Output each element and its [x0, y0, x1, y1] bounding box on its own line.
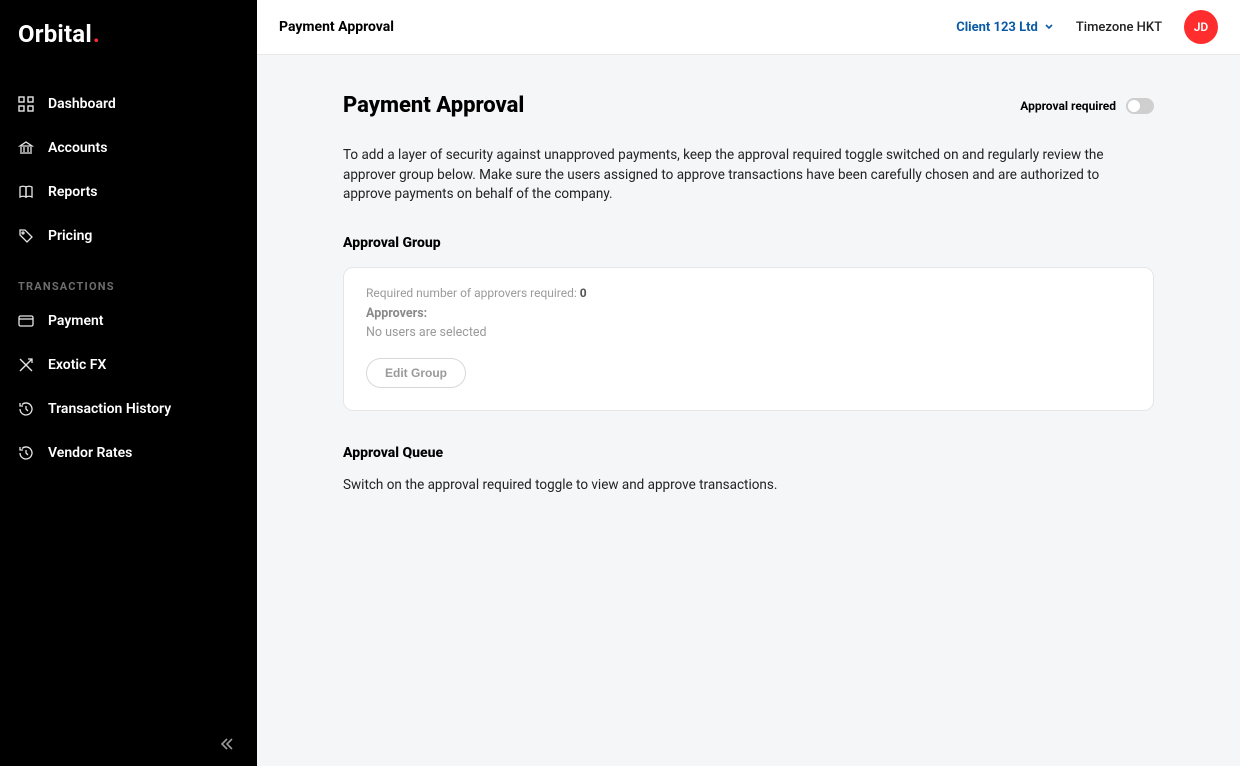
sidebar-item-transaction-history[interactable]: Transaction History: [0, 387, 257, 431]
sidebar-item-label: Dashboard: [48, 96, 116, 112]
required-approvers-value: 0: [580, 286, 587, 300]
sidebar-item-reports[interactable]: Reports: [0, 170, 257, 214]
approval-required-control: Approval required: [1020, 98, 1154, 114]
approval-required-toggle[interactable]: [1126, 98, 1154, 114]
toggle-knob: [1128, 100, 1140, 112]
approval-group-heading: Approval Group: [343, 235, 1154, 251]
book-icon: [18, 184, 34, 200]
main: Payment Approval Client 123 Ltd Timezone…: [257, 0, 1240, 766]
sidebar-item-label: Exotic FX: [48, 357, 106, 373]
history-icon: [18, 401, 34, 417]
topbar: Payment Approval Client 123 Ltd Timezone…: [257, 0, 1240, 55]
sidebar-item-label: Payment: [48, 313, 104, 329]
timezone-label: Timezone HKT: [1076, 20, 1162, 35]
sidebar-item-label: Pricing: [48, 228, 92, 244]
client-picker[interactable]: Client 123 Ltd: [956, 20, 1054, 35]
content-header: Payment Approval Approval required: [343, 93, 1154, 118]
chevron-down-icon: [1044, 22, 1054, 32]
approvers-empty-text: No users are selected: [366, 325, 1131, 340]
approvers-label: Approvers:: [366, 306, 1131, 321]
arrows-cross-icon: [18, 357, 34, 373]
page-title-breadcrumb: Payment Approval: [279, 19, 394, 35]
sidebar-item-vendor-rates[interactable]: Vendor Rates: [0, 431, 257, 475]
content: Payment Approval Approval required To ad…: [257, 55, 1240, 533]
intro-text: To add a layer of security against unapp…: [343, 146, 1143, 205]
chevrons-left-icon: [219, 736, 235, 752]
sidebar-item-dashboard[interactable]: Dashboard: [0, 82, 257, 126]
sidebar-nav: Dashboard Accounts Reports: [0, 68, 257, 475]
brand-logo[interactable]: Orbital.: [0, 0, 257, 68]
tag-icon: [18, 228, 34, 244]
sidebar-item-payment[interactable]: Payment: [0, 299, 257, 343]
card-icon: [18, 313, 34, 329]
sidebar-item-label: Transaction History: [48, 401, 171, 417]
required-approvers-line: Required number of approvers required: 0: [366, 286, 1131, 300]
brand-name: Orbital: [18, 20, 92, 48]
approval-queue-heading: Approval Queue: [343, 445, 1154, 461]
sidebar-item-exotic-fx[interactable]: Exotic FX: [0, 343, 257, 387]
page-title: Payment Approval: [343, 93, 524, 118]
required-approvers-label: Required number of approvers required:: [366, 286, 580, 300]
sidebar-collapse-button[interactable]: [215, 732, 239, 756]
bank-icon: [18, 140, 34, 156]
grid-icon: [18, 96, 34, 112]
sidebar-item-accounts[interactable]: Accounts: [0, 126, 257, 170]
avatar-initials: JD: [1194, 20, 1209, 34]
sidebar-item-label: Reports: [48, 184, 98, 200]
approval-group-panel: Required number of approvers required: 0…: [343, 267, 1154, 411]
sidebar-section-transactions: TRANSACTIONS: [0, 258, 257, 299]
sidebar-item-label: Vendor Rates: [48, 445, 132, 461]
sidebar-item-pricing[interactable]: Pricing: [0, 214, 257, 258]
avatar[interactable]: JD: [1184, 10, 1218, 44]
client-picker-label: Client 123 Ltd: [956, 20, 1038, 35]
edit-group-button[interactable]: Edit Group: [366, 358, 466, 388]
history-icon: [18, 445, 34, 461]
sidebar: Orbital. Dashboard Accounts: [0, 0, 257, 766]
sidebar-item-label: Accounts: [48, 140, 107, 156]
approval-required-label: Approval required: [1020, 99, 1116, 113]
brand-dot: .: [93, 20, 100, 48]
approval-queue-text: Switch on the approval required toggle t…: [343, 477, 1154, 493]
